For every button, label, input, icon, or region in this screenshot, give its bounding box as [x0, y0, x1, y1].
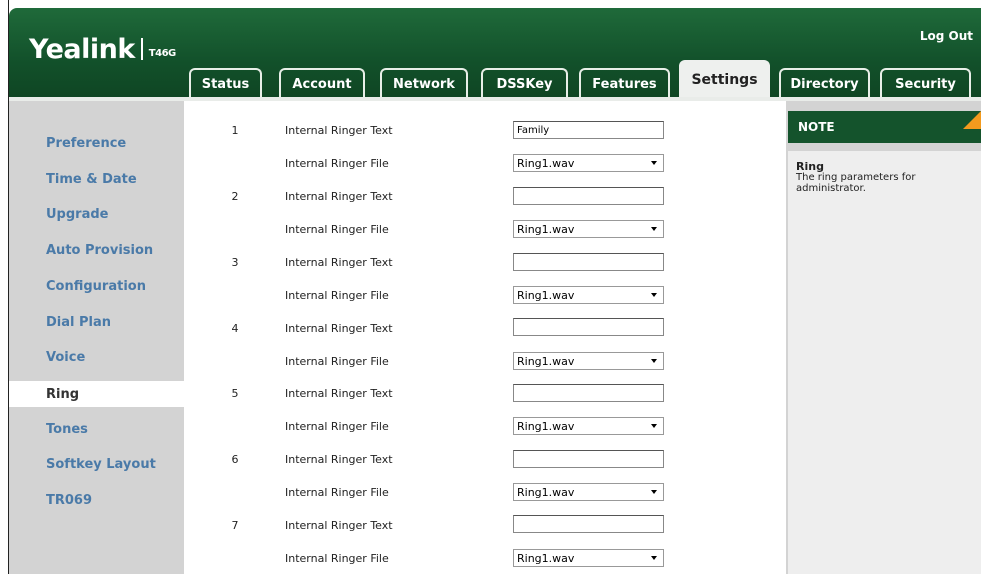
- ringer-number: 5: [231, 387, 239, 400]
- model-name: T46G: [148, 48, 176, 59]
- ringer-text-label: Internal Ringer Text: [285, 124, 393, 137]
- ringer-file-value: Ring1.wav: [517, 551, 575, 565]
- ringer-text-label: Internal Ringer Text: [285, 387, 393, 400]
- sidebar-item-preference[interactable]: Preference: [9, 130, 184, 156]
- tab-dsskey[interactable]: DSSKey: [481, 68, 568, 98]
- sidebar-item-tr069[interactable]: TR069: [9, 487, 184, 513]
- ringer-file-value: Ring1.wav: [517, 485, 575, 499]
- ringer-number: 6: [231, 453, 239, 466]
- ringer-file-label: Internal Ringer File: [285, 223, 389, 236]
- note-title: Ring: [796, 160, 824, 173]
- ringer-text-input[interactable]: [513, 450, 664, 468]
- settings-sidebar: Preference Time & Date Upgrade Auto Prov…: [9, 101, 184, 574]
- ringer-file-value: Ring1.wav: [517, 354, 575, 368]
- ringer-file-label: Internal Ringer File: [285, 157, 389, 170]
- sidebar-item-auto-provision[interactable]: Auto Provision: [9, 237, 184, 263]
- dropdown-arrow-icon: [651, 424, 657, 428]
- ringer-text-input[interactable]: [513, 187, 664, 205]
- ringer-file-value: Ring1.wav: [517, 288, 575, 302]
- ringer-file-select[interactable]: Ring1.wav: [513, 352, 664, 370]
- note-body: Ring The ring parameters for administrat…: [788, 151, 981, 574]
- ringer-file-label: Internal Ringer File: [285, 355, 389, 368]
- ringer-number: 2: [231, 190, 239, 203]
- sidebar-item-dial-plan[interactable]: Dial Plan: [9, 309, 184, 335]
- note-heading: NOTE: [798, 120, 835, 134]
- ringer-file-select[interactable]: Ring1.wav: [513, 483, 664, 501]
- dropdown-arrow-icon: [651, 490, 657, 494]
- ringer-number: 3: [231, 256, 239, 269]
- tab-account[interactable]: Account: [279, 68, 365, 98]
- tab-settings[interactable]: Settings: [679, 60, 770, 100]
- ringer-file-select[interactable]: Ring1.wav: [513, 549, 664, 567]
- ringer-text-label: Internal Ringer Text: [285, 190, 393, 203]
- ringer-text-label: Internal Ringer Text: [285, 322, 393, 335]
- ringer-text-input[interactable]: [513, 384, 664, 402]
- note-panel: NOTE Ring The ring parameters for admini…: [786, 101, 981, 574]
- sidebar-item-softkey-layout[interactable]: Softkey Layout: [9, 451, 184, 477]
- ringer-file-label: Internal Ringer File: [285, 486, 389, 499]
- ringer-number: 4: [231, 322, 239, 335]
- ringer-file-value: Ring1.wav: [517, 222, 575, 236]
- dropdown-arrow-icon: [651, 359, 657, 363]
- ringer-number: 1: [231, 124, 239, 137]
- ringer-text-label: Internal Ringer Text: [285, 453, 393, 466]
- tab-network[interactable]: Network: [380, 68, 468, 98]
- dropdown-arrow-icon: [651, 161, 657, 165]
- sidebar-item-ring[interactable]: Ring: [9, 381, 184, 407]
- ringer-file-value: Ring1.wav: [517, 156, 575, 170]
- note-corner-icon: [963, 111, 981, 129]
- logout-link[interactable]: Log Out: [920, 29, 973, 43]
- dropdown-arrow-icon: [651, 556, 657, 560]
- tab-status[interactable]: Status: [189, 68, 262, 98]
- ringer-file-select[interactable]: Ring1.wav: [513, 220, 664, 238]
- ringer-file-select[interactable]: Ring1.wav: [513, 286, 664, 304]
- note-description: The ring parameters for administrator.: [796, 172, 916, 194]
- note-header: NOTE: [788, 111, 981, 143]
- sidebar-item-upgrade[interactable]: Upgrade: [9, 201, 184, 227]
- ringer-file-label: Internal Ringer File: [285, 420, 389, 433]
- ringer-text-input[interactable]: [513, 121, 664, 139]
- tab-features[interactable]: Features: [579, 68, 670, 98]
- dropdown-arrow-icon: [651, 227, 657, 231]
- sidebar-item-voice[interactable]: Voice: [9, 344, 184, 370]
- ringer-number: 7: [231, 519, 239, 532]
- yealink-logo: Yealink T46G: [29, 34, 176, 65]
- ringer-file-select[interactable]: Ring1.wav: [513, 154, 664, 172]
- ringer-file-select[interactable]: Ring1.wav: [513, 417, 664, 435]
- sidebar-item-tones[interactable]: Tones: [9, 416, 184, 442]
- dropdown-arrow-icon: [651, 293, 657, 297]
- logo-divider: [140, 38, 143, 60]
- tab-security[interactable]: Security: [880, 68, 971, 98]
- ringer-file-label: Internal Ringer File: [285, 289, 389, 302]
- ringer-file-value: Ring1.wav: [517, 419, 575, 433]
- ringer-text-label: Internal Ringer Text: [285, 256, 393, 269]
- sidebar-item-time-date[interactable]: Time & Date: [9, 166, 184, 192]
- brand-name: Yealink: [29, 34, 135, 65]
- sidebar-item-configuration[interactable]: Configuration: [9, 273, 184, 299]
- ringer-file-label: Internal Ringer File: [285, 552, 389, 565]
- ringer-text-label: Internal Ringer Text: [285, 519, 393, 532]
- ringer-text-input[interactable]: [513, 318, 664, 336]
- tab-directory[interactable]: Directory: [779, 68, 870, 98]
- ringer-text-input[interactable]: [513, 515, 664, 533]
- ringer-text-input[interactable]: [513, 253, 664, 271]
